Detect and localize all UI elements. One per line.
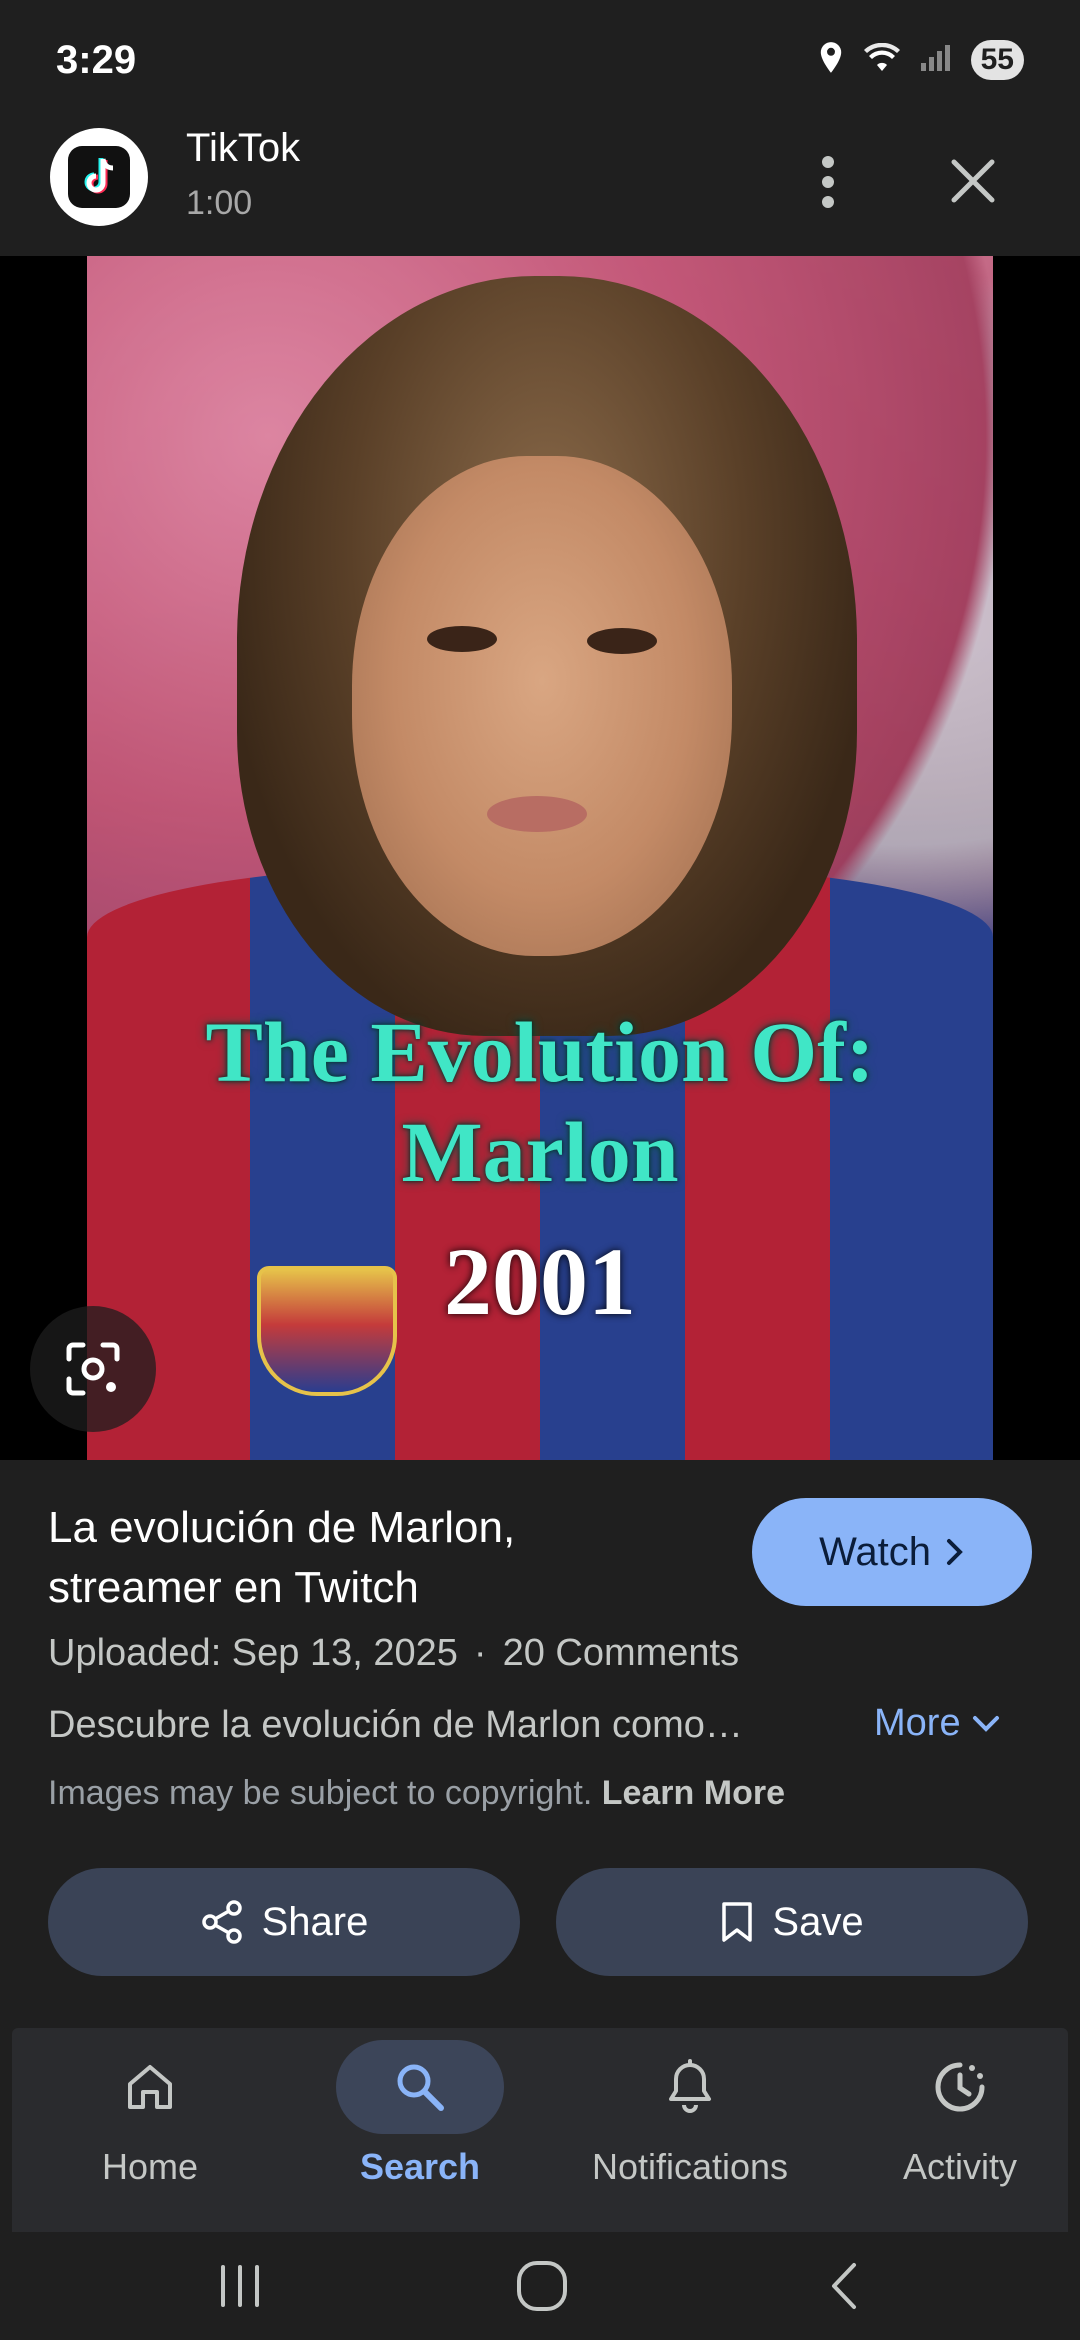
nav-item-search[interactable]: Search <box>282 2028 546 2232</box>
save-label: Save <box>772 1899 864 1944</box>
source-header: TikTok 1:00 <box>0 126 1080 256</box>
comment-count: 20 Comments <box>502 1632 740 1674</box>
upload-date: Uploaded: Sep 13, 2025 <box>48 1632 458 1674</box>
share-button[interactable]: Share <box>48 1868 520 1976</box>
more-options-button[interactable] <box>800 144 856 220</box>
chevron-right-icon <box>946 1539 963 1565</box>
result-title[interactable]: La evolución de Marlon, streamer en Twit… <box>48 1498 688 1618</box>
signal-icon <box>919 43 953 78</box>
nav-label-notifications: Notifications <box>591 2146 789 2187</box>
description: Descubre la evolución de Marlon como… <box>48 1704 743 1746</box>
copyright-text: Images may be subject to copyright. <box>48 1774 593 1812</box>
more-label: More <box>874 1702 961 1744</box>
watch-button[interactable]: Watch <box>752 1498 1032 1606</box>
home-icon <box>128 2065 172 2109</box>
system-navigation-bar <box>0 2232 1080 2340</box>
share-icon <box>201 1900 242 1944</box>
nav-item-home[interactable]: Home <box>12 2028 276 2232</box>
status-bar: 3:29 55 <box>0 0 1080 126</box>
close-icon <box>951 159 995 203</box>
face <box>352 456 732 956</box>
recent-apps-button[interactable] <box>180 2250 300 2322</box>
more-button[interactable]: More <box>874 1702 1001 1745</box>
search-icon <box>397 2064 444 2111</box>
overlay-title-line1: The Evolution Of: <box>205 1004 875 1100</box>
learn-more-link[interactable]: Learn More <box>602 1774 785 1812</box>
result-info: La evolución de Marlon, streamer en Twit… <box>0 1460 1080 2028</box>
meta-separator: · <box>473 1632 487 1674</box>
home-circle-icon <box>517 2261 567 2311</box>
nav-label-activity: Activity <box>902 2146 1017 2187</box>
bell-icon <box>669 2059 711 2113</box>
chevron-down-icon <box>972 1715 999 1732</box>
video-duration: 1:00 <box>186 184 253 222</box>
recent-apps-icon <box>221 2265 259 2307</box>
lens-icon <box>66 1342 120 1396</box>
location-icon <box>817 41 845 80</box>
image-viewer[interactable]: The Evolution Of: Marlon 2001 <box>0 256 1080 1460</box>
bookmark-icon <box>722 1902 753 1942</box>
watch-label: Watch <box>819 1529 931 1574</box>
source-name: TikTok <box>186 126 301 170</box>
status-time: 3:29 <box>56 38 137 82</box>
video-thumbnail[interactable]: The Evolution Of: Marlon 2001 <box>87 256 993 1460</box>
wifi-icon <box>863 42 901 78</box>
share-label: Share <box>261 1899 369 1944</box>
status-icons: 55 <box>817 40 1024 80</box>
bottom-navigation: Home Search Notifications Activity <box>12 2028 1068 2232</box>
google-lens-button[interactable] <box>30 1306 156 1432</box>
close-button[interactable] <box>940 148 1006 214</box>
meta-line: Uploaded: Sep 13, 2025 · 20 Comments <box>48 1632 739 1675</box>
overlay-year: 2001 <box>444 1228 636 1335</box>
copyright-notice: Images may be subject to copyright. Lear… <box>48 1774 785 1813</box>
overlay-title-line2: Marlon <box>401 1104 679 1200</box>
nav-label-home: Home <box>101 2146 199 2187</box>
nav-item-notifications[interactable]: Notifications <box>552 2028 816 2232</box>
tiktok-logo-icon <box>50 128 148 226</box>
back-icon <box>832 2263 856 2309</box>
nav-label-search: Search <box>359 2146 481 2187</box>
more-vert-icon <box>822 156 834 208</box>
activity-icon <box>935 2062 985 2112</box>
battery-indicator: 55 <box>970 40 1024 80</box>
save-button[interactable]: Save <box>556 1868 1028 1976</box>
back-button[interactable] <box>784 2250 904 2322</box>
nav-item-activity[interactable]: Activity <box>822 2028 1080 2232</box>
home-system-button[interactable] <box>482 2250 602 2322</box>
